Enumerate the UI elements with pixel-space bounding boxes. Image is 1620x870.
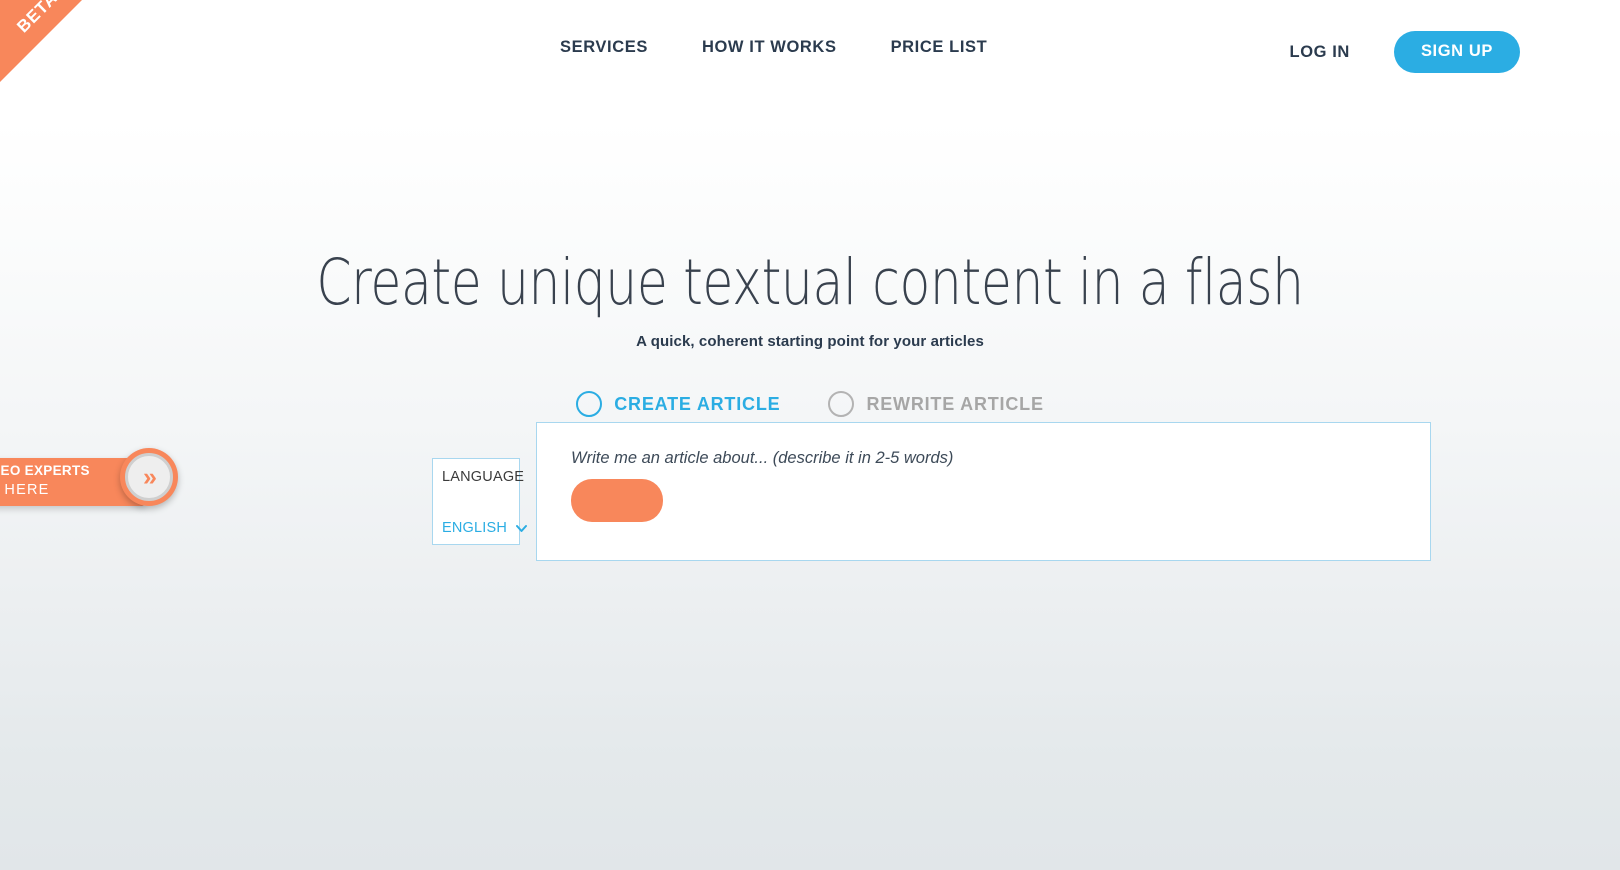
language-selector[interactable]: LANGUAGE ENGLISH <box>432 458 528 545</box>
page-title: Create unique textual content in a flash <box>316 246 1304 319</box>
sign-up-button[interactable]: SIGN UP <box>1393 31 1520 73</box>
page-subtitle: A quick, coherent starting point for you… <box>636 333 984 351</box>
promo-banner-line-1: GENCIES & SEO EXPERTS <box>0 463 90 478</box>
language-select-row[interactable]: ENGLISH <box>442 520 528 536</box>
mode-label-rewrite-article: REWRITE ARTICLE <box>866 393 1044 414</box>
beta-ribbon <box>0 0 82 82</box>
radio-icon-create-article[interactable] <box>576 391 603 418</box>
mode-option-rewrite-article[interactable]: REWRITE ARTICLE <box>828 391 1044 418</box>
prompt-panel <box>536 422 1431 561</box>
site-header: SERVICES HOW IT WORKS PRICE LIST LOG IN … <box>0 0 1620 100</box>
mode-label-create-article: CREATE ARTICLE <box>614 393 781 414</box>
mode-selector: CREATE ARTICLE REWRITE ARTICLE <box>0 391 1620 418</box>
double-chevron-right-icon: » <box>143 462 157 491</box>
language-label: LANGUAGE <box>442 469 525 485</box>
main-navigation: SERVICES HOW IT WORKS PRICE LIST <box>560 38 987 57</box>
language-selected-value: ENGLISH <box>442 520 508 536</box>
nav-link-price-list[interactable]: PRICE LIST <box>891 38 988 57</box>
radio-icon-rewrite-article[interactable] <box>828 391 855 418</box>
mode-option-create-article[interactable]: CREATE ARTICLE <box>576 391 781 418</box>
log-in-link[interactable]: LOG IN <box>1290 43 1350 62</box>
account-actions: LOG IN SIGN UP <box>1290 31 1520 73</box>
promo-expand-button-inner: » <box>125 453 173 501</box>
hero-section: Create unique textual content in a flash… <box>0 246 1620 418</box>
nav-link-services[interactable]: SERVICES <box>560 38 648 57</box>
nav-link-how-it-works[interactable]: HOW IT WORKS <box>702 38 837 57</box>
promo-expand-button[interactable]: » <box>120 448 178 506</box>
promo-banner-line-2: CLICK HERE <box>0 482 50 498</box>
generate-article-button[interactable] <box>571 479 663 522</box>
chevron-down-icon[interactable] <box>516 523 528 534</box>
generator-form: LANGUAGE ENGLISH <box>0 422 1620 565</box>
article-topic-input[interactable] <box>571 449 1391 468</box>
